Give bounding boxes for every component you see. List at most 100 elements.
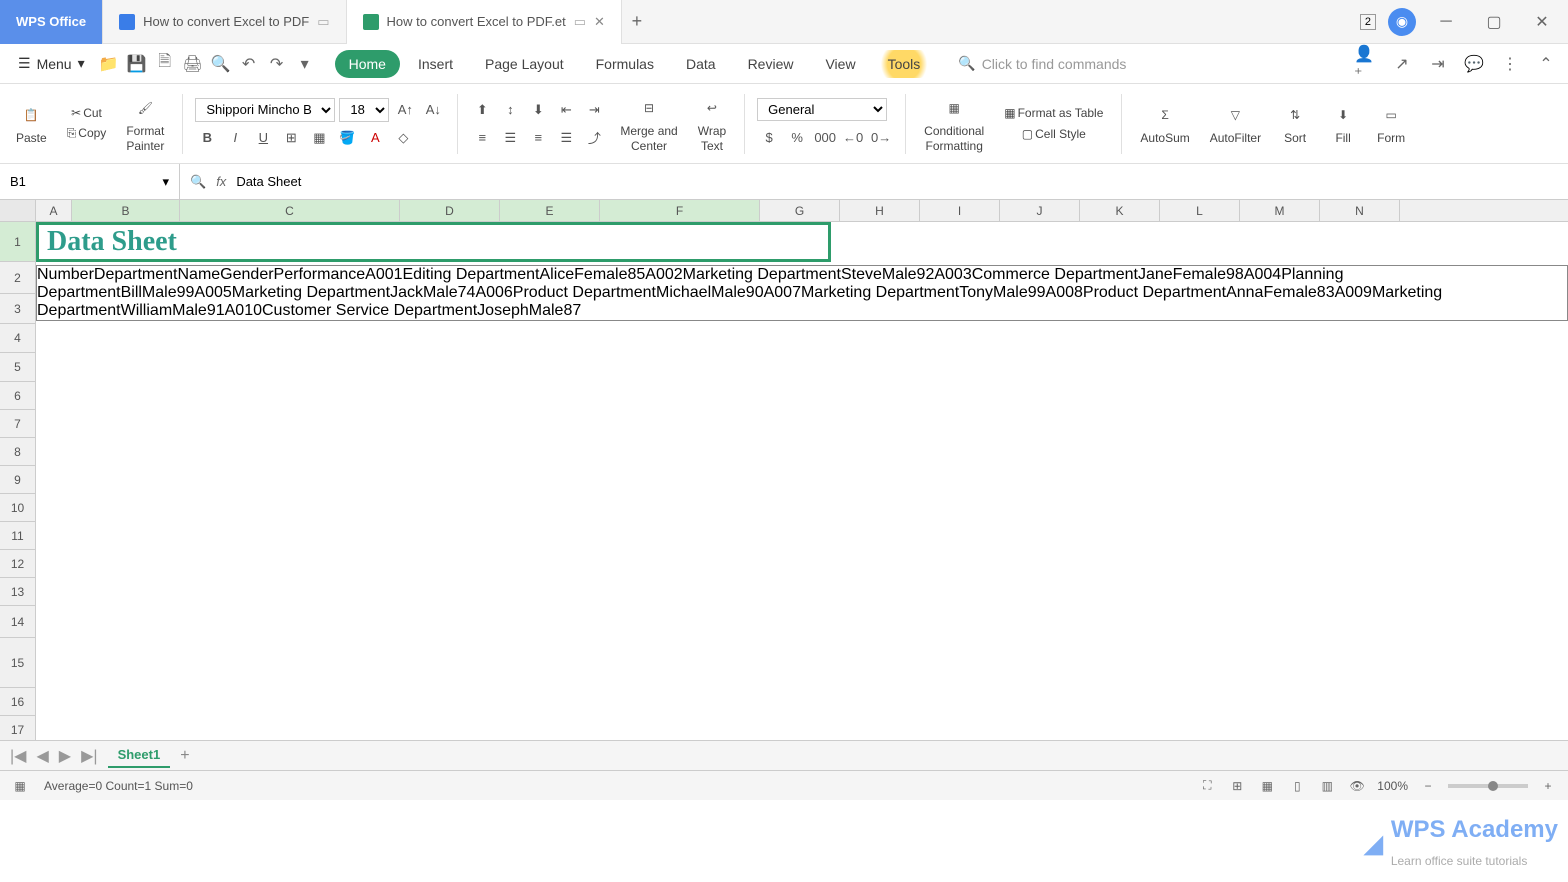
close-window-icon[interactable]: ✕ xyxy=(1524,4,1560,40)
fx-icon[interactable]: fx xyxy=(216,174,226,189)
grid[interactable]: Data Sheet NumberDepartmentNameGenderPer… xyxy=(36,222,1568,740)
last-sheet-icon[interactable]: ▶| xyxy=(81,746,97,766)
tab-view[interactable]: View xyxy=(811,50,869,78)
font-color-button[interactable]: A xyxy=(363,126,387,150)
row-header[interactable]: 6 xyxy=(0,382,36,410)
column-header[interactable]: C xyxy=(180,200,400,221)
column-header[interactable]: H xyxy=(840,200,920,221)
first-sheet-icon[interactable]: |◀ xyxy=(10,746,26,766)
row-header[interactable]: 15 xyxy=(0,638,36,688)
increase-indent-icon[interactable]: ⇥ xyxy=(582,98,606,122)
zoom-icon[interactable]: 🔍 xyxy=(190,174,206,190)
page-layout-view-icon[interactable]: ▯ xyxy=(1287,776,1307,796)
calendar-icon[interactable]: 2 xyxy=(1360,14,1376,30)
document-tab-2[interactable]: How to convert Excel to PDF.et ▭ ✕ xyxy=(347,0,622,44)
next-sheet-icon[interactable]: ▶ xyxy=(59,746,71,766)
save-as-icon[interactable]: 🗎 xyxy=(153,52,177,76)
column-header[interactable]: A xyxy=(36,200,72,221)
row-header[interactable]: 13 xyxy=(0,578,36,606)
row-header[interactable]: 8 xyxy=(0,438,36,466)
more-menu-icon[interactable]: ⋮ xyxy=(1498,52,1522,76)
column-header[interactable]: J xyxy=(1000,200,1080,221)
settings-icon[interactable]: ⇥ xyxy=(1426,52,1450,76)
undo-icon[interactable]: ↶ xyxy=(237,52,261,76)
paste-group[interactable]: 📋 Paste xyxy=(10,101,53,145)
column-header[interactable]: N xyxy=(1320,200,1400,221)
align-top-icon[interactable]: ⬆ xyxy=(470,98,494,122)
normal-view-icon[interactable]: ▦ xyxy=(1257,776,1277,796)
zoom-slider[interactable] xyxy=(1448,784,1528,788)
copy-button[interactable]: ⎘ Copy xyxy=(61,126,113,141)
print-icon[interactable]: 🖨 xyxy=(181,52,205,76)
data-sheet-title-cell[interactable]: Data Sheet xyxy=(36,222,831,262)
percent-icon[interactable]: % xyxy=(785,125,809,149)
tab-tools[interactable]: Tools xyxy=(874,50,935,78)
user-avatar[interactable]: ◉ xyxy=(1388,8,1416,36)
clear-format-button[interactable]: ◇ xyxy=(391,126,415,150)
column-header[interactable]: K xyxy=(1080,200,1160,221)
justify-icon[interactable]: ☰ xyxy=(554,126,578,150)
zoom-out-icon[interactable]: − xyxy=(1418,776,1438,796)
number-format-select[interactable]: General xyxy=(757,98,887,121)
merge-center-button[interactable]: ⊟ Merge and Center xyxy=(614,94,683,153)
maximize-icon[interactable]: ▢ xyxy=(1476,4,1512,40)
select-all-corner[interactable] xyxy=(0,200,36,221)
column-header[interactable]: E xyxy=(500,200,600,221)
font-name-select[interactable]: Shippori Mincho B1 xyxy=(195,98,335,122)
tab-data[interactable]: Data xyxy=(672,50,730,78)
underline-button[interactable]: U xyxy=(251,126,275,150)
row-header[interactable]: 1 xyxy=(0,222,36,262)
cell-reference-input[interactable]: B1 ▾ xyxy=(0,164,180,199)
row-header[interactable]: 14 xyxy=(0,606,36,638)
autofilter-button[interactable]: ▽ AutoFilter xyxy=(1204,101,1267,145)
prev-sheet-icon[interactable]: ◀ xyxy=(36,746,48,766)
tab-page-layout[interactable]: Page Layout xyxy=(471,50,578,78)
column-header[interactable]: B xyxy=(72,200,180,221)
row-header[interactable]: 9 xyxy=(0,466,36,494)
fullscreen-icon[interactable]: ⛶ xyxy=(1197,776,1217,796)
decrease-font-icon[interactable]: A↓ xyxy=(421,98,445,122)
row-header[interactable]: 17 xyxy=(0,716,36,740)
tab-home[interactable]: Home xyxy=(335,50,400,78)
redo-icon[interactable]: ↷ xyxy=(265,52,289,76)
export-icon[interactable]: ↗ xyxy=(1390,52,1414,76)
format-painter-button[interactable]: 🖌 Format Painter xyxy=(120,94,170,153)
align-bottom-icon[interactable]: ⬇ xyxy=(526,98,550,122)
open-icon[interactable]: 📁 xyxy=(97,52,121,76)
cell-style-button[interactable]: ▢ Cell Style xyxy=(998,127,1109,141)
decrease-indent-icon[interactable]: ⇤ xyxy=(554,98,578,122)
tab-menu-icon[interactable]: ▭ xyxy=(317,14,329,30)
row-header[interactable]: 4 xyxy=(0,324,36,353)
comma-icon[interactable]: 000 xyxy=(813,125,837,149)
collapse-ribbon-icon[interactable]: ⌃ xyxy=(1534,52,1558,76)
close-icon[interactable]: ✕ xyxy=(594,14,605,30)
currency-icon[interactable]: $ xyxy=(757,125,781,149)
orientation-icon[interactable]: ⤴ xyxy=(582,126,606,150)
comment-icon[interactable]: 💬 xyxy=(1462,52,1486,76)
row-header[interactable]: 10 xyxy=(0,494,36,522)
align-center-icon[interactable]: ☰ xyxy=(498,126,522,150)
cut-button[interactable]: ✂ Cut xyxy=(61,106,113,120)
align-left-icon[interactable]: ≡ xyxy=(470,126,494,150)
fill-color-button[interactable]: 🪣 xyxy=(335,126,359,150)
new-tab-button[interactable]: + xyxy=(622,11,652,32)
fill-button[interactable]: ⬇ Fill xyxy=(1323,101,1363,145)
add-sheet-button[interactable]: + xyxy=(180,747,189,765)
wrap-text-button[interactable]: ↩ Wrap Text xyxy=(692,94,732,153)
column-header[interactable]: I xyxy=(920,200,1000,221)
row-header[interactable]: 11 xyxy=(0,522,36,550)
save-icon[interactable]: 💾 xyxy=(125,52,149,76)
font-size-select[interactable]: 18 xyxy=(339,98,389,122)
tab-insert[interactable]: Insert xyxy=(404,50,467,78)
tab-review[interactable]: Review xyxy=(734,50,808,78)
tab-menu-icon[interactable]: ▭ xyxy=(574,14,586,30)
bold-button[interactable]: B xyxy=(195,126,219,150)
tab-formulas[interactable]: Formulas xyxy=(582,50,668,78)
form-button[interactable]: ▭ Form xyxy=(1371,101,1411,145)
increase-decimal-icon[interactable]: ←0 xyxy=(841,125,865,149)
conditional-formatting-button[interactable]: ▦ Conditional Formatting xyxy=(918,94,990,153)
align-right-icon[interactable]: ≡ xyxy=(526,126,550,150)
column-header[interactable]: G xyxy=(760,200,840,221)
format-as-table-button[interactable]: ▦ Format as Table xyxy=(998,106,1109,120)
autosum-button[interactable]: Σ AutoSum xyxy=(1134,101,1195,145)
